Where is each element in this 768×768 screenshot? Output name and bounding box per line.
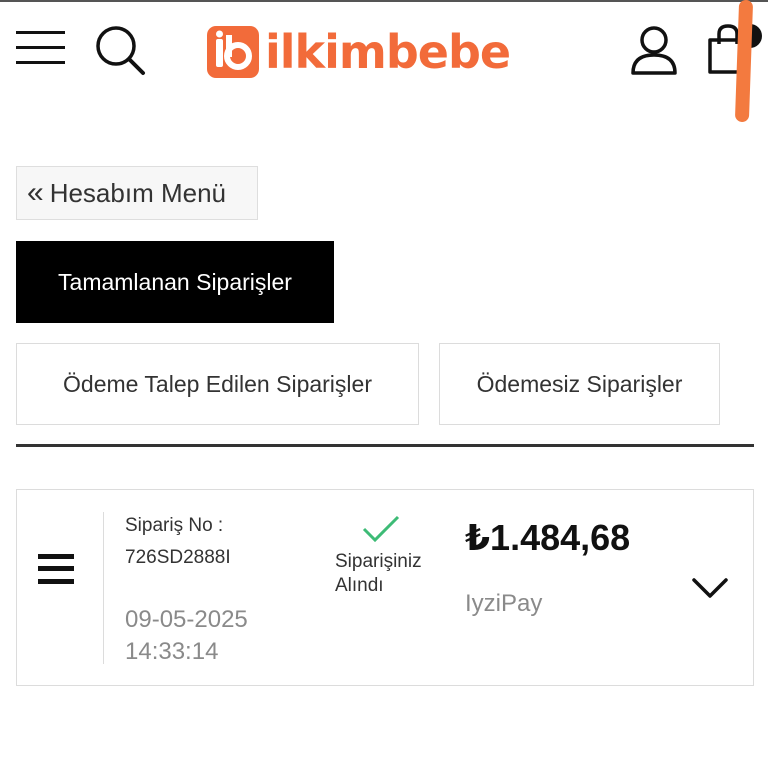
order-total: ₺1.484,68 xyxy=(465,517,631,558)
order-status: Siparişiniz Alındı xyxy=(335,550,422,598)
double-chevron-left-icon: « xyxy=(27,176,44,209)
order-status-line2: Alındı xyxy=(335,575,384,596)
orange-pen-stroke xyxy=(734,0,754,123)
card-separator xyxy=(103,512,104,664)
order-status-line1: Siparişiniz xyxy=(335,551,422,572)
payment-method: IyziPay xyxy=(465,590,543,617)
brand-mark-icon xyxy=(207,26,259,78)
order-number-label: Sipariş No : xyxy=(125,515,224,536)
chevron-down-icon[interactable] xyxy=(692,577,728,599)
tab-completed-orders[interactable]: Tamamlanan Siparişler xyxy=(16,241,334,323)
hamburger-icon[interactable] xyxy=(16,30,66,66)
order-number: 726SD2888I xyxy=(125,547,231,568)
list-icon[interactable] xyxy=(38,553,74,585)
tab-unpaid-orders[interactable]: Ödemesiz Siparişler xyxy=(439,343,720,425)
order-date-day: 09-05-2025 xyxy=(125,606,248,633)
brand-name: ilkimbebe xyxy=(265,25,511,79)
search-icon[interactable] xyxy=(95,25,147,77)
section-divider xyxy=(16,444,754,447)
brand-logo[interactable]: ilkimbebe xyxy=(207,22,511,82)
order-date: 09-05-2025 14:33:14 xyxy=(125,604,248,668)
check-icon xyxy=(362,515,400,543)
user-icon[interactable] xyxy=(630,25,678,75)
tab-payment-requested-orders[interactable]: Ödeme Talep Edilen Siparişler xyxy=(16,343,419,425)
top-border xyxy=(0,0,768,2)
order-date-time: 14:33:14 xyxy=(125,638,219,665)
account-menu-button[interactable]: « Hesabım Menü xyxy=(16,166,258,220)
account-menu-label: Hesabım Menü xyxy=(49,177,226,208)
